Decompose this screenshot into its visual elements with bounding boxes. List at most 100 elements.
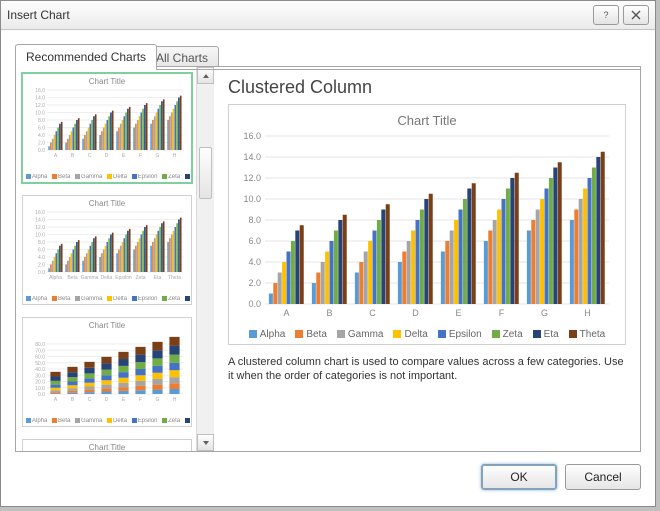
thumb-chart: 0.02.04.06.08.010.012.014.016.0ABCDEFGH (29, 88, 185, 162)
svg-text:6.0: 6.0 (38, 126, 45, 132)
svg-text:C: C (88, 397, 92, 403)
svg-text:2.0: 2.0 (248, 278, 261, 288)
svg-text:G: G (541, 308, 548, 318)
thumb-title: Chart Title (23, 321, 191, 330)
thumb-chart: 0.010.020.030.040.050.060.070.080.0 A B C D E… (29, 332, 185, 406)
svg-text:A: A (54, 397, 58, 403)
svg-text:8.0: 8.0 (248, 215, 261, 225)
svg-text:10.0: 10.0 (35, 111, 45, 117)
chart-thumbnail[interactable]: Chart Title 0.02.04.06.08.010.012.014.01… (22, 73, 192, 183)
svg-text:50.0: 50.0 (35, 361, 45, 367)
svg-text:B: B (326, 308, 332, 318)
svg-text:F: F (139, 397, 142, 403)
svg-text:80.0: 80.0 (35, 342, 45, 348)
scroll-thumb[interactable] (199, 147, 212, 199)
svg-text:14.0: 14.0 (35, 218, 45, 224)
svg-text:B: B (71, 397, 75, 403)
svg-text:16.0: 16.0 (35, 88, 45, 94)
svg-text:10.0: 10.0 (243, 194, 261, 204)
svg-text:30.0: 30.0 (35, 373, 45, 379)
thumbnail-scrollbar[interactable] (196, 67, 214, 451)
svg-text:F: F (499, 308, 505, 318)
svg-text:Delta: Delta (101, 275, 113, 281)
help-button[interactable]: ? (593, 5, 619, 25)
close-button[interactable] (623, 5, 649, 25)
svg-text:H: H (584, 308, 591, 318)
svg-text:16.0: 16.0 (243, 132, 261, 141)
svg-text:10.0: 10.0 (35, 386, 45, 392)
scroll-down-button[interactable] (197, 434, 214, 451)
thumb-legend: Alpha Beta Gamma Delta Epsilon Zeta Eta … (23, 418, 191, 424)
svg-text:Eta: Eta (154, 275, 162, 281)
svg-text:6.0: 6.0 (248, 236, 261, 246)
svg-text:H: H (173, 397, 177, 403)
content-panel: Chart Title 0.02.04.06.08.010.012.014.01… (15, 66, 641, 452)
chart-description: A clustered column chart is used to comp… (228, 355, 626, 384)
svg-text:Alpha: Alpha (49, 275, 62, 281)
titlebar: Insert Chart ? (1, 1, 655, 30)
chart-legend: AlphaBetaGammaDeltaEpsilonZetaEtaTheta (235, 329, 619, 340)
svg-text:16.0: 16.0 (35, 210, 45, 216)
tab-label: All Charts (156, 51, 208, 65)
svg-text:?: ? (603, 10, 608, 20)
svg-text:Epsilon: Epsilon (115, 275, 132, 281)
chart-thumbnail[interactable]: Chart Title 0.010.020.030.040.050.060.07… (22, 317, 192, 427)
svg-text:Gamma: Gamma (81, 275, 99, 281)
thumb-title: Chart Title (23, 199, 191, 208)
svg-text:E: E (122, 153, 126, 159)
svg-text:8.0: 8.0 (38, 240, 45, 246)
svg-text:40.0: 40.0 (35, 367, 45, 373)
svg-text:E: E (122, 397, 126, 403)
thumb-chart: 0.02.0 4.06.0 8.010.0 12.014.0 16.0 Alpha Beta… (29, 210, 185, 284)
chart-type-heading: Clustered Column (228, 77, 626, 98)
svg-text:14.0: 14.0 (35, 96, 45, 102)
insert-chart-dialog: Insert Chart ? Recommended Charts All Ch… (0, 0, 656, 507)
svg-text:6.0: 6.0 (38, 248, 45, 254)
chart-preview: Chart Title 0.02.04.06.08.010.012.014.01… (228, 104, 626, 345)
svg-text:10.0: 10.0 (35, 233, 45, 239)
svg-text:14.0: 14.0 (243, 152, 261, 162)
chart-thumbnail[interactable]: Chart Title 0.02.0 4.06.0 8.010.0 12.014.0 1… (22, 195, 192, 305)
svg-text:D: D (105, 153, 109, 159)
svg-text:D: D (412, 308, 419, 318)
thumb-title: Chart Title (23, 443, 191, 451)
svg-text:70.0: 70.0 (35, 348, 45, 354)
svg-text:0.0: 0.0 (38, 270, 45, 276)
svg-text:E: E (455, 308, 461, 318)
svg-text:0.0: 0.0 (38, 392, 45, 398)
svg-text:Theta: Theta (168, 275, 181, 281)
svg-text:Beta: Beta (67, 275, 78, 281)
svg-text:C: C (88, 153, 92, 159)
svg-text:4.0: 4.0 (248, 257, 261, 267)
svg-text:4.0: 4.0 (38, 255, 45, 261)
svg-text:H: H (173, 153, 177, 159)
tab-recommended[interactable]: Recommended Charts (15, 44, 157, 69)
button-label: Cancel (584, 470, 621, 484)
thumb-legend: Alpha Beta Gamma Delta Epsilon Zeta Eta … (23, 296, 191, 302)
chart-preview-pane: Clustered Column Chart Title 0.0 2.0 4.0 6.… (214, 67, 640, 451)
svg-text:4.0: 4.0 (38, 133, 45, 139)
clustered-column-chart: 0.02.04.06.08.010.012.014.016.0ABCDEFGH (235, 132, 615, 322)
button-label: OK (510, 470, 527, 484)
svg-text:2.0: 2.0 (38, 141, 45, 147)
chart-thumbnail[interactable]: Chart Title 0.020.040.060.080.0100.0ABCD… (22, 439, 192, 451)
svg-text:20.0: 20.0 (35, 380, 45, 386)
svg-text:F: F (139, 153, 142, 159)
thumb-title: Chart Title (23, 77, 191, 86)
cancel-button[interactable]: Cancel (565, 464, 641, 490)
svg-text:0.0: 0.0 (248, 299, 261, 309)
svg-text:60.0: 60.0 (35, 355, 45, 361)
chart-title: Chart Title (235, 113, 619, 128)
svg-text:12.0: 12.0 (35, 225, 45, 231)
svg-text:G: G (156, 153, 160, 159)
svg-text:A: A (54, 153, 58, 159)
svg-text:B: B (71, 153, 75, 159)
ok-button[interactable]: OK (481, 464, 557, 490)
svg-text:12.0: 12.0 (35, 103, 45, 109)
thumbnail-list: Chart Title 0.02.04.06.08.010.012.014.01… (16, 67, 214, 451)
svg-text:D: D (105, 397, 109, 403)
dialog-footer: OK Cancel (15, 464, 641, 494)
svg-text:A: A (283, 308, 289, 318)
svg-text:8.0: 8.0 (38, 118, 45, 124)
svg-text:2.0: 2.0 (38, 263, 45, 269)
